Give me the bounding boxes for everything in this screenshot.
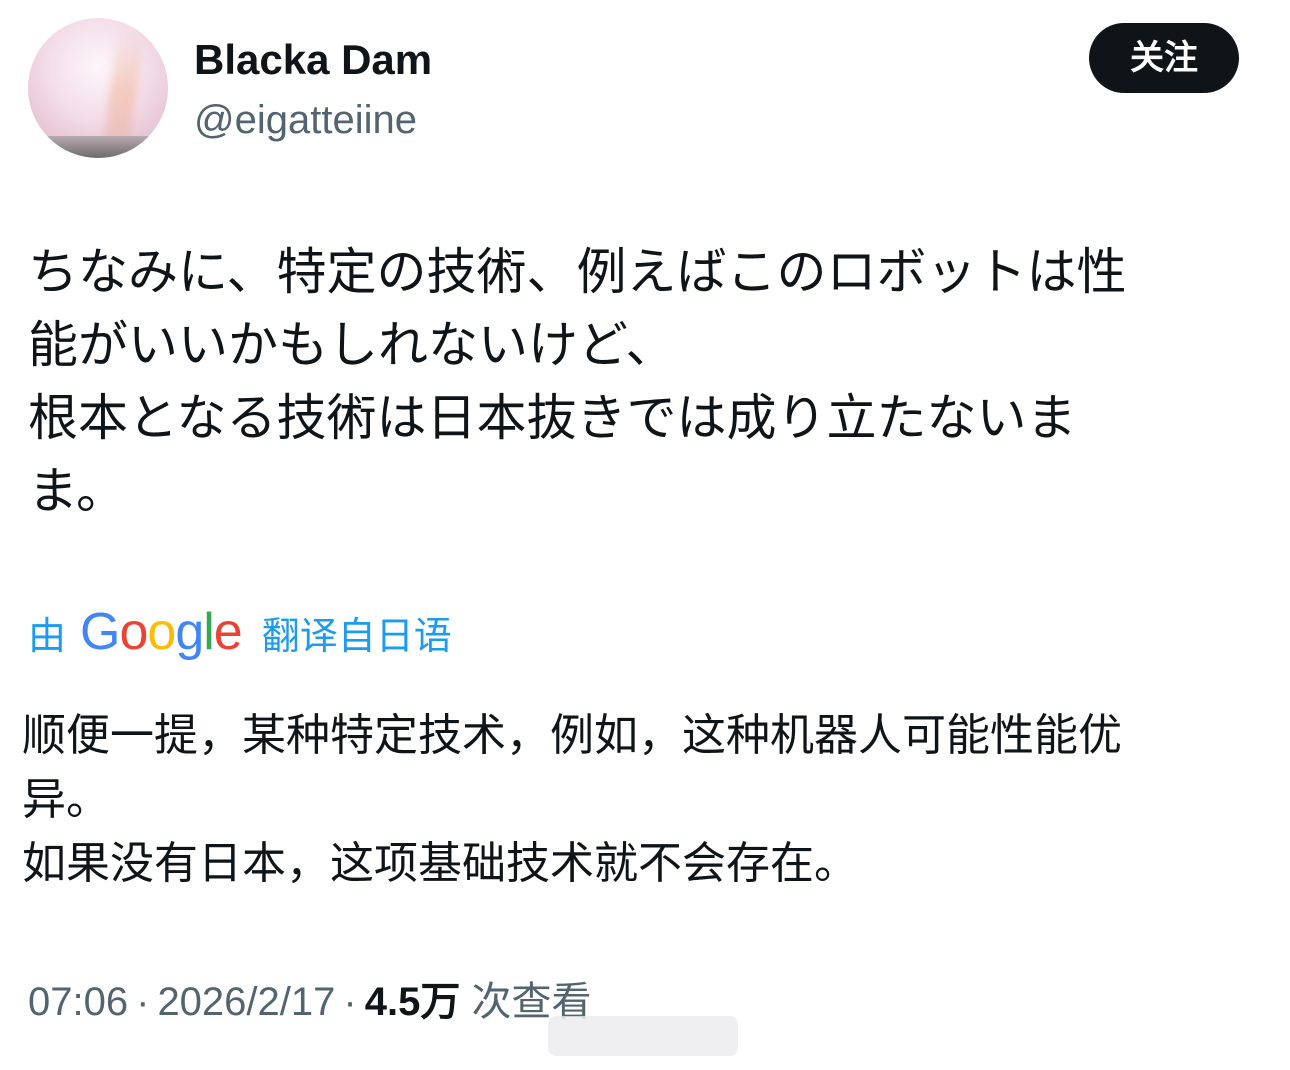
meta-separator: · [343,980,357,1024]
google-logo-letter: l [203,603,215,661]
tweet-time[interactable]: 07:06 [28,980,128,1024]
views-count: 4.5万 [364,980,461,1024]
tweet-text: ちなみに、特定の技術、例えばこのロボットは性 能がいいかもしれないけど、 根本と… [28,243,1127,520]
author-display-name[interactable]: Blacka Dam [194,34,432,86]
follow-button[interactable]: 关注 [1089,23,1239,93]
google-logo-letter: e [213,603,243,661]
tweet-date[interactable]: 2026/2/17 [157,980,335,1024]
avatar-ground [28,136,168,158]
google-logo-letter: o [147,603,176,661]
translation-prefix: 由 [28,613,67,658]
author-handle[interactable]: @eigatteiine [194,94,417,146]
google-logo-letter: G [80,603,120,661]
google-logo-letter: g [175,603,204,661]
translation-attribution[interactable]: 由 Google 翻译自日语 [28,600,452,664]
google-logo-letter: o [119,603,148,661]
tweet-meta: 07:06 · 2026/2/17 · 4.5万 次查看 [28,974,591,1030]
meta-separator: · [136,980,150,1024]
avatar[interactable] [28,18,168,158]
translated-text: 顺便一提，某种特定技术，例如，这种机器人可能性能优 异。 如果没有日本，这项基础… [22,710,1122,889]
translation-source-language: 翻译自日语 [261,613,452,658]
watermark-overlay [548,1016,738,1056]
google-logo: Google [80,600,243,664]
